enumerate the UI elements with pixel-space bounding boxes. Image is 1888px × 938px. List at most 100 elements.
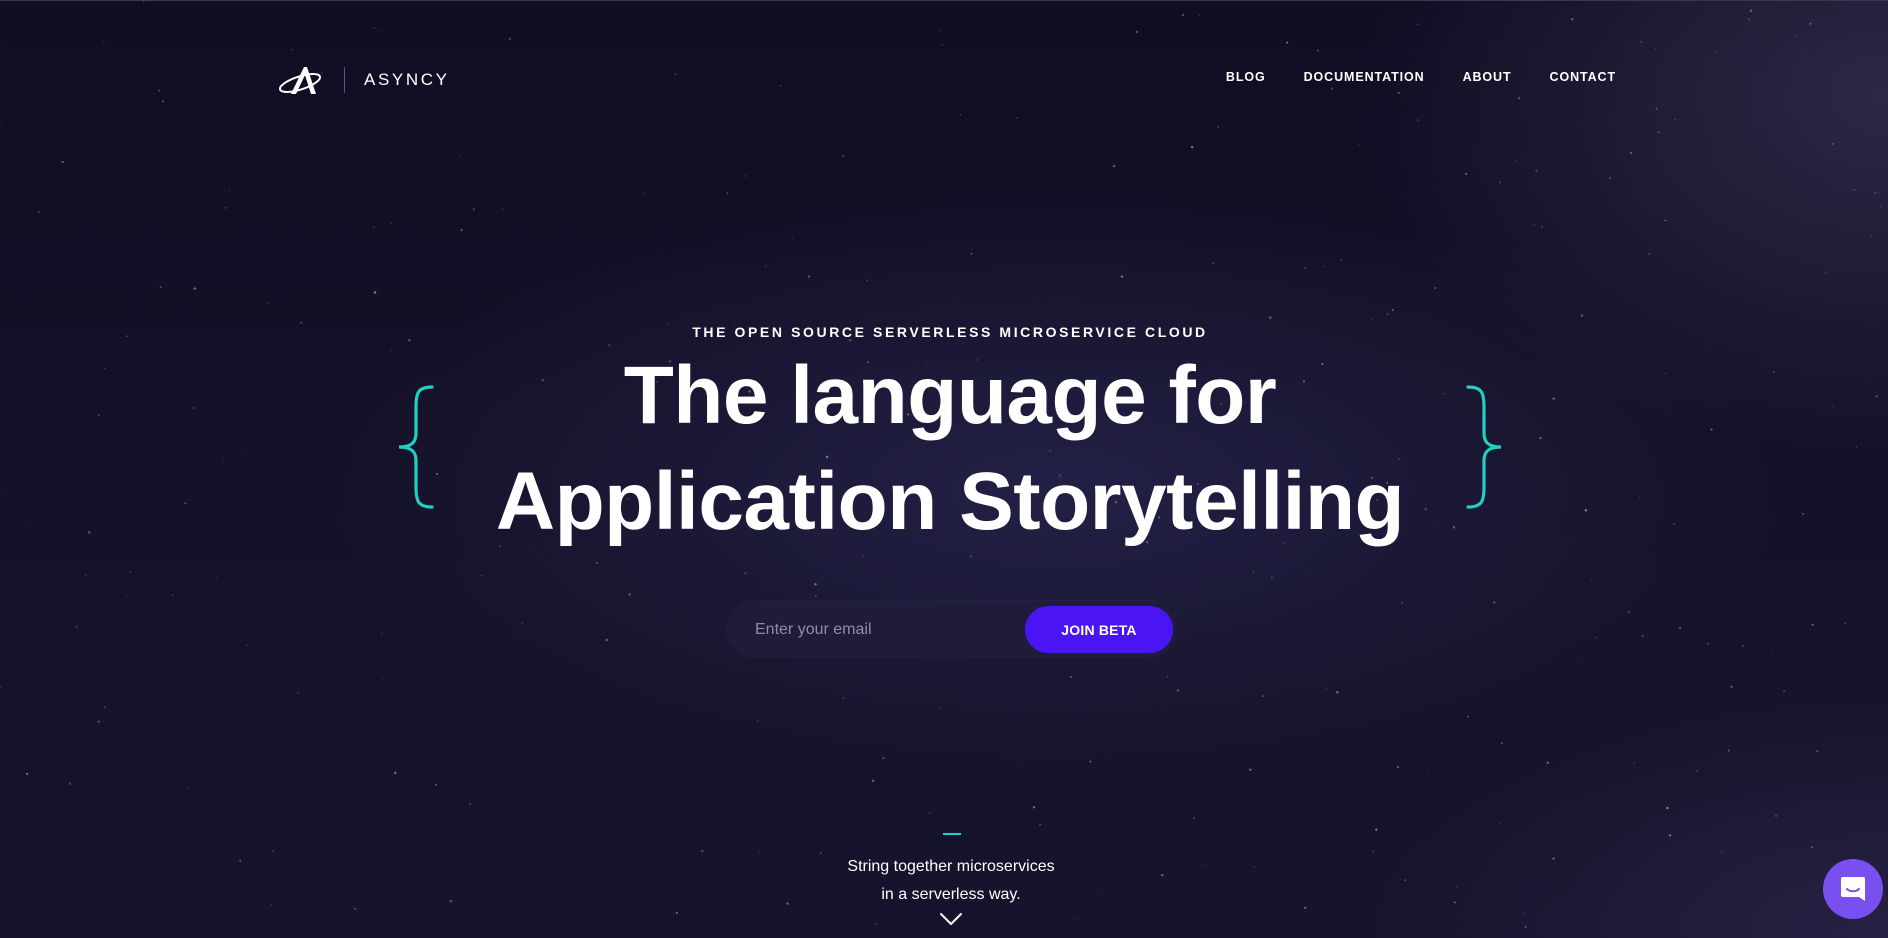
star: [701, 849, 704, 852]
star: [696, 295, 699, 297]
star: [1499, 822, 1501, 824]
star: [940, 706, 942, 708]
star: [1706, 642, 1710, 645]
star: [472, 208, 475, 211]
star: [628, 593, 631, 596]
star: [1800, 67, 1802, 69]
star: [970, 555, 972, 558]
star: [75, 625, 79, 628]
star: [459, 154, 462, 156]
section-accent-dash: [943, 833, 961, 835]
star: [1358, 144, 1360, 146]
star: [1810, 846, 1813, 849]
nav-about[interactable]: ABOUT: [1463, 70, 1512, 84]
star: [1175, 614, 1177, 616]
star: [97, 720, 100, 723]
star: [1580, 314, 1584, 317]
star: [1070, 676, 1073, 678]
star: [807, 275, 811, 278]
star: [1032, 806, 1036, 809]
star: [1524, 926, 1527, 928]
star: [1844, 622, 1846, 625]
star: [1124, 590, 1126, 592]
star: [598, 271, 600, 273]
star: [1654, 47, 1657, 49]
star: [1304, 266, 1307, 269]
star: [389, 222, 393, 225]
star: [0, 686, 2, 688]
hero-headline: The language for Application Storytellin…: [0, 343, 1888, 555]
star: [1517, 96, 1521, 100]
star: [1832, 143, 1834, 145]
star: [460, 229, 463, 232]
email-input[interactable]: [753, 601, 1027, 659]
star: [1269, 316, 1272, 319]
nav-documentation[interactable]: DOCUMENTATION: [1304, 70, 1425, 84]
star: [866, 279, 868, 281]
star: [187, 787, 189, 789]
star: [814, 594, 817, 597]
star: [765, 265, 767, 267]
chat-launcher-button[interactable]: [1823, 859, 1883, 919]
star: [642, 192, 645, 195]
star: [53, 788, 54, 789]
star: [1434, 287, 1437, 289]
star: [1271, 576, 1273, 579]
star: [1198, 14, 1201, 17]
star: [791, 237, 794, 239]
star: [291, 48, 294, 51]
star: [1074, 918, 1076, 920]
star: [37, 211, 40, 213]
star: [1022, 767, 1024, 769]
star: [68, 782, 72, 785]
star: [129, 571, 132, 574]
star: [1493, 601, 1496, 604]
star: [1464, 172, 1468, 176]
star: [864, 93, 866, 95]
star: [272, 850, 274, 852]
headline-line-1: The language for: [623, 350, 1277, 441]
chevron-down-icon[interactable]: [939, 911, 963, 927]
star: [224, 207, 227, 209]
star: [125, 595, 127, 597]
star: [548, 620, 550, 622]
star: [1401, 602, 1403, 604]
star: [1730, 685, 1733, 688]
star: [1276, 188, 1278, 189]
star: [1879, 205, 1882, 208]
star: [214, 160, 216, 162]
star: [25, 772, 29, 776]
hero-eyebrow: THE OPEN SOURCE SERVERLESS MICROSERVICE …: [692, 324, 1208, 340]
star: [1386, 313, 1389, 316]
main-nav: BLOG DOCUMENTATION ABOUT CONTACT: [1226, 70, 1616, 84]
star: [1874, 191, 1877, 194]
star: [842, 697, 845, 699]
star: [780, 294, 781, 296]
star: [1370, 317, 1373, 321]
star: [1286, 41, 1289, 44]
star: [941, 43, 944, 46]
nav-blog[interactable]: BLOG: [1226, 70, 1266, 84]
star: [1120, 275, 1124, 278]
star: [1668, 834, 1672, 837]
nav-contact[interactable]: CONTACT: [1550, 70, 1616, 84]
star: [1391, 308, 1394, 312]
star: [1824, 271, 1828, 274]
star: [940, 30, 942, 32]
star: [1190, 145, 1194, 149]
star: [959, 114, 962, 116]
star: [162, 100, 165, 103]
star: [1788, 655, 1790, 657]
star: [1533, 223, 1536, 226]
star: [736, 182, 738, 184]
asyncy-logo-icon: [278, 67, 322, 94]
star: [1284, 808, 1286, 810]
star: [381, 632, 383, 634]
star: [657, 295, 659, 297]
star: [245, 644, 249, 647]
join-beta-button[interactable]: JOIN BETA: [1025, 606, 1173, 653]
star: [1217, 126, 1220, 128]
brand[interactable]: ASYNCY: [278, 62, 450, 98]
star: [1499, 181, 1501, 184]
star: [1774, 814, 1778, 818]
